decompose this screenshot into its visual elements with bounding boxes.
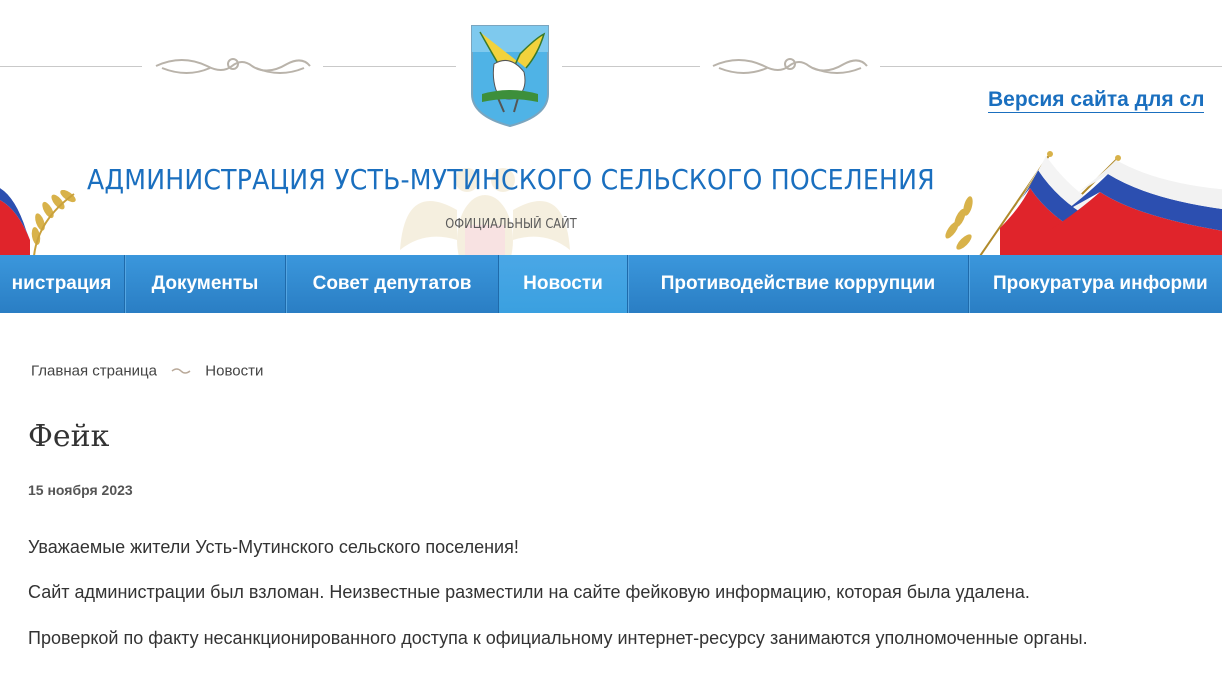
page-title: Фейк — [28, 419, 110, 454]
coat-of-arms-icon[interactable] — [468, 24, 552, 128]
nav-item-anticorruption[interactable]: Противодействие коррупции — [628, 255, 969, 313]
breadcrumb-separator-icon — [171, 368, 191, 374]
divider-line — [562, 66, 700, 67]
ornament-flourish-icon — [712, 58, 868, 74]
article-paragraph: Уважаемые жители Усть-Мутинского сельско… — [28, 537, 519, 557]
breadcrumb: Главная страница Новости — [31, 362, 263, 380]
site-header: Версия сайта для сл АДМИНИСТРАЦИЯ УСТЬ-М… — [0, 0, 1222, 255]
breadcrumb-current: Новости — [205, 362, 264, 380]
divider-line — [323, 66, 456, 67]
ornament-flourish-icon — [155, 58, 311, 74]
nav-item-documents[interactable]: Документы — [125, 255, 286, 313]
divider-line — [880, 66, 1222, 67]
breadcrumb-home-link[interactable]: Главная страница — [31, 363, 157, 380]
accessibility-version-link[interactable]: Версия сайта для сл — [988, 88, 1205, 113]
eagle-watermark-icon — [400, 168, 570, 255]
site-subtitle: ОФИЦИАЛЬНЫЙ САЙТ — [445, 217, 577, 232]
nav-item-administration[interactable]: нистрация — [0, 255, 125, 313]
nav-item-council[interactable]: Совет депутатов — [286, 255, 499, 313]
article-date: 15 ноября 2023 — [28, 482, 133, 498]
nav-item-prosecutor[interactable]: Прокуратура информи — [969, 255, 1222, 313]
divider-line — [0, 66, 142, 67]
main-content: Главная страница Новости Фейк 15 ноября … — [0, 313, 1222, 683]
nav-item-news[interactable]: Новости — [499, 255, 628, 313]
article-paragraph: Сайт администрации был взломан. Неизвест… — [28, 582, 1030, 602]
main-navigation: нистрация Документы Совет депутатов Ново… — [0, 255, 1222, 313]
site-title[interactable]: АДМИНИСТРАЦИЯ УСТЬ-МУТИНСКОГО СЕЛЬСКОГО … — [51, 163, 971, 196]
article-paragraph: Проверкой по факту несанкционированного … — [28, 628, 1088, 648]
russian-flags-icon — [945, 151, 1222, 255]
